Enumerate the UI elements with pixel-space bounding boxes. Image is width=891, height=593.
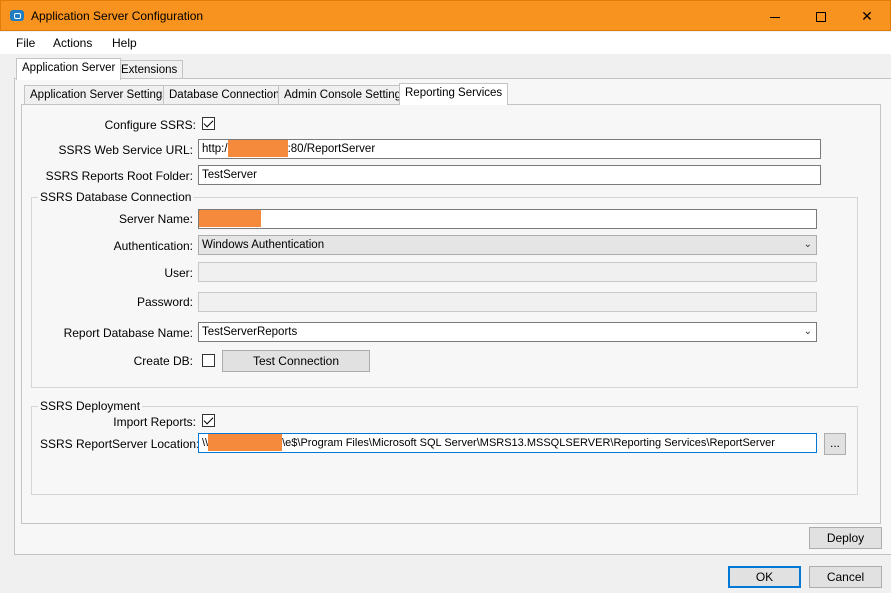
menu-actions[interactable]: Actions [53, 36, 92, 50]
location-suffix: \e$\Program Files\Microsoft SQL Server\M… [282, 437, 775, 449]
tab-admin-console-settings[interactable]: Admin Console Settings [278, 85, 413, 105]
redacted-location-host [208, 434, 283, 451]
tab-application-server-settings[interactable]: Application Server Settings [24, 85, 175, 105]
chevron-down-icon: ⌄ [803, 239, 812, 250]
server-name-input[interactable] [198, 209, 817, 229]
tab-extensions[interactable]: Extensions [115, 60, 184, 80]
password-label: Password: [136, 295, 193, 309]
user-label: User: [164, 266, 193, 280]
report-database-select[interactable]: TestServerReports ⌄ [198, 322, 817, 342]
title-bar: Application Server Configuration ✕ [0, 0, 891, 31]
tab-reporting-services[interactable]: Reporting Services [399, 83, 509, 105]
cancel-button[interactable]: Cancel [809, 566, 882, 588]
web-service-url-prefix: http:/ [202, 143, 228, 155]
configure-ssrs-checkbox[interactable] [202, 117, 215, 130]
deploy-button[interactable]: Deploy [809, 527, 882, 549]
minimize-button[interactable] [752, 1, 798, 31]
authentication-select[interactable]: Windows Authentication ⌄ [198, 235, 817, 255]
test-connection-button[interactable]: Test Connection [222, 350, 370, 372]
server-name-label: Server Name: [118, 212, 193, 226]
import-reports-label: Import Reports: [113, 415, 196, 429]
maximize-icon [816, 12, 826, 23]
authentication-label: Authentication: [113, 239, 193, 253]
tab-application-server[interactable]: Application Server [16, 58, 122, 80]
web-service-url-suffix: :80/ReportServer [287, 143, 376, 155]
create-db-checkbox[interactable] [202, 354, 215, 367]
web-service-url-input[interactable]: http:/ :80/ReportServer [198, 139, 821, 159]
report-database-label: Report Database Name: [63, 326, 193, 340]
reportserver-location-input[interactable]: \\ \e$\Program Files\Microsoft SQL Server… [198, 433, 817, 453]
configure-ssrs-label: Configure SSRS: [104, 118, 196, 132]
close-icon: ✕ [861, 8, 873, 24]
ok-button[interactable]: OK [728, 566, 801, 588]
redacted-server-name [199, 210, 261, 227]
menu-bar: File Actions Help [0, 32, 891, 54]
minimize-icon [770, 16, 780, 18]
create-db-label: Create DB: [133, 354, 193, 368]
database-connection-group-title: SSRS Database Connection [38, 190, 194, 204]
menu-help[interactable]: Help [112, 36, 137, 50]
root-folder-label: SSRS Reports Root Folder: [45, 169, 193, 183]
report-database-value: TestServerReports [202, 326, 298, 338]
user-input[interactable] [198, 262, 817, 282]
reportserver-location-label: SSRS ReportServer Location: [40, 437, 200, 451]
app-icon [10, 10, 24, 21]
password-input[interactable] [198, 292, 817, 312]
window-title: Application Server Configuration [31, 9, 204, 23]
maximize-button[interactable] [798, 1, 844, 31]
redacted-host [227, 140, 288, 157]
close-button[interactable]: ✕ [844, 1, 890, 31]
menu-file[interactable]: File [16, 36, 35, 50]
root-folder-input[interactable]: TestServer [198, 165, 821, 185]
browse-button[interactable]: ... [824, 433, 846, 455]
authentication-value: Windows Authentication [202, 239, 325, 251]
web-service-url-label: SSRS Web Service URL: [58, 143, 194, 157]
chevron-down-icon: ⌄ [803, 326, 812, 337]
import-reports-checkbox[interactable] [202, 414, 215, 427]
tab-database-connection[interactable]: Database Connection [163, 85, 286, 105]
deployment-group-title: SSRS Deployment [38, 399, 143, 413]
